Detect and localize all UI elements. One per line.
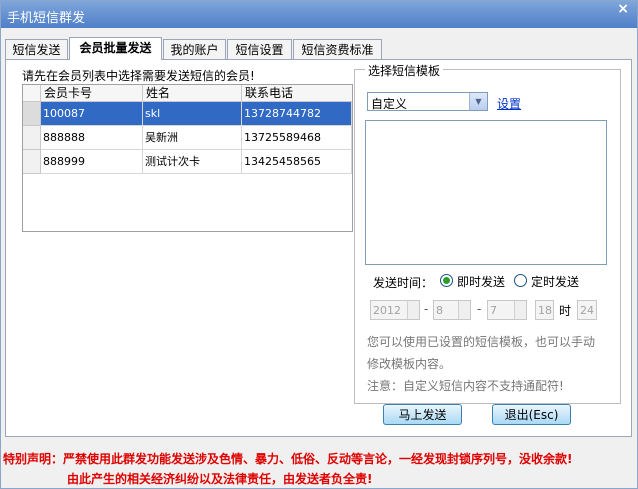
month-spin-buttons[interactable] bbox=[458, 301, 470, 319]
month-value: 8 bbox=[436, 304, 443, 317]
year-value: 2012 bbox=[373, 304, 401, 317]
day-value: 7 bbox=[490, 304, 497, 317]
column-header-card-number[interactable]: 会员卡号 bbox=[41, 85, 143, 102]
template-groupbox: 选择短信模板 自定义 ▼ 设置 发送时间： 即时发送 定时发送 2012 - 8… bbox=[354, 62, 621, 404]
day-spinner[interactable]: 7 bbox=[487, 300, 527, 320]
template-select-value: 自定义 bbox=[371, 97, 408, 111]
template-hint-line2: 修改模板内容。 bbox=[367, 357, 452, 371]
hour-value: 18 bbox=[538, 304, 552, 317]
cell-phone: 13728744782 bbox=[242, 102, 352, 126]
template-select[interactable]: 自定义 ▼ bbox=[367, 92, 488, 111]
cell-phone: 13425458565 bbox=[242, 150, 352, 174]
close-icon[interactable]: × bbox=[617, 1, 629, 17]
hour-unit-label: 时 bbox=[559, 304, 572, 318]
radio-send-timed[interactable] bbox=[514, 274, 527, 287]
exit-button[interactable]: 退出(Esc) bbox=[492, 404, 571, 425]
cell-card-number: 888999 bbox=[41, 150, 143, 174]
template-hint-line1: 您可以使用已设置的短信模板，也可以手动 bbox=[367, 335, 596, 349]
tab-my-account[interactable]: 我的账户 bbox=[163, 39, 226, 59]
cell-name: 吴新洲 bbox=[143, 126, 242, 150]
radio-send-timed-label[interactable]: 定时发送 bbox=[531, 273, 579, 290]
cell-name: skl bbox=[143, 102, 242, 126]
wildcard-note: 注意：自定义短信内容不支持通配符! bbox=[367, 379, 564, 393]
tab-sms-settings[interactable]: 短信设置 bbox=[227, 39, 292, 59]
date-separator: - bbox=[424, 302, 429, 316]
cell-name: 测试计次卡 bbox=[143, 150, 242, 174]
send-time-label: 发送时间： bbox=[373, 276, 434, 290]
sms-content-textarea[interactable] bbox=[365, 120, 607, 265]
declaration-line2: 由此产生的相关经济纠纷以及法律责任，由发送者负全责! bbox=[67, 472, 373, 486]
hour-field[interactable]: 18 bbox=[535, 300, 554, 320]
radio-send-now[interactable] bbox=[440, 274, 453, 287]
radio-send-now-label[interactable]: 即时发送 bbox=[457, 273, 505, 290]
minute-field[interactable]: 24 bbox=[577, 300, 597, 320]
window-title: 手机短信群发 bbox=[7, 11, 86, 26]
cell-phone: 13725589468 bbox=[242, 126, 352, 150]
tab-member-batch-send[interactable]: 会员批量发送 bbox=[69, 37, 162, 60]
send-now-button[interactable]: 马上发送 bbox=[383, 404, 462, 425]
cell-card-number: 888888 bbox=[41, 126, 143, 150]
cell-card-number: 100087 bbox=[41, 102, 143, 126]
day-spin-buttons[interactable] bbox=[514, 301, 526, 319]
column-header-phone[interactable]: 联系电话 bbox=[242, 85, 352, 102]
chevron-down-icon[interactable]: ▼ bbox=[469, 93, 487, 110]
sms-broadcast-window: 手机短信群发 × 短信发送 会员批量发送 我的账户 短信设置 短信资费标准 请先… bbox=[0, 0, 638, 489]
member-select-prompt: 请先在会员列表中选择需要发送短信的会员! bbox=[22, 69, 255, 83]
row-selector[interactable] bbox=[23, 150, 41, 174]
declaration-line1: 特别声明：严禁使用此群发功能发送涉及色情、暴力、低俗、反动等言论，一经发现封锁序… bbox=[3, 452, 573, 466]
column-header-name[interactable]: 姓名 bbox=[143, 85, 242, 102]
member-grid[interactable]: 会员卡号 姓名 联系电话 100087 skl 13728744782 8888… bbox=[22, 84, 353, 232]
minute-value: 24 bbox=[580, 304, 594, 317]
grid-corner bbox=[23, 85, 41, 102]
year-spin-buttons[interactable] bbox=[407, 301, 419, 319]
row-selector[interactable] bbox=[23, 102, 41, 126]
template-settings-link[interactable]: 设置 bbox=[497, 95, 521, 112]
tab-sms-pricing[interactable]: 短信资费标准 bbox=[293, 39, 382, 59]
member-batch-panel: 请先在会员列表中选择需要发送短信的会员! 会员卡号 姓名 联系电话 100087… bbox=[5, 59, 632, 437]
year-spinner[interactable]: 2012 bbox=[370, 300, 420, 320]
month-spinner[interactable]: 8 bbox=[433, 300, 471, 320]
date-separator: - bbox=[477, 302, 482, 316]
title-bar: 手机短信群发 × bbox=[1, 1, 637, 28]
tab-sms-send[interactable]: 短信发送 bbox=[5, 39, 68, 59]
row-selector[interactable] bbox=[23, 126, 41, 150]
template-legend: 选择短信模板 bbox=[365, 62, 444, 79]
